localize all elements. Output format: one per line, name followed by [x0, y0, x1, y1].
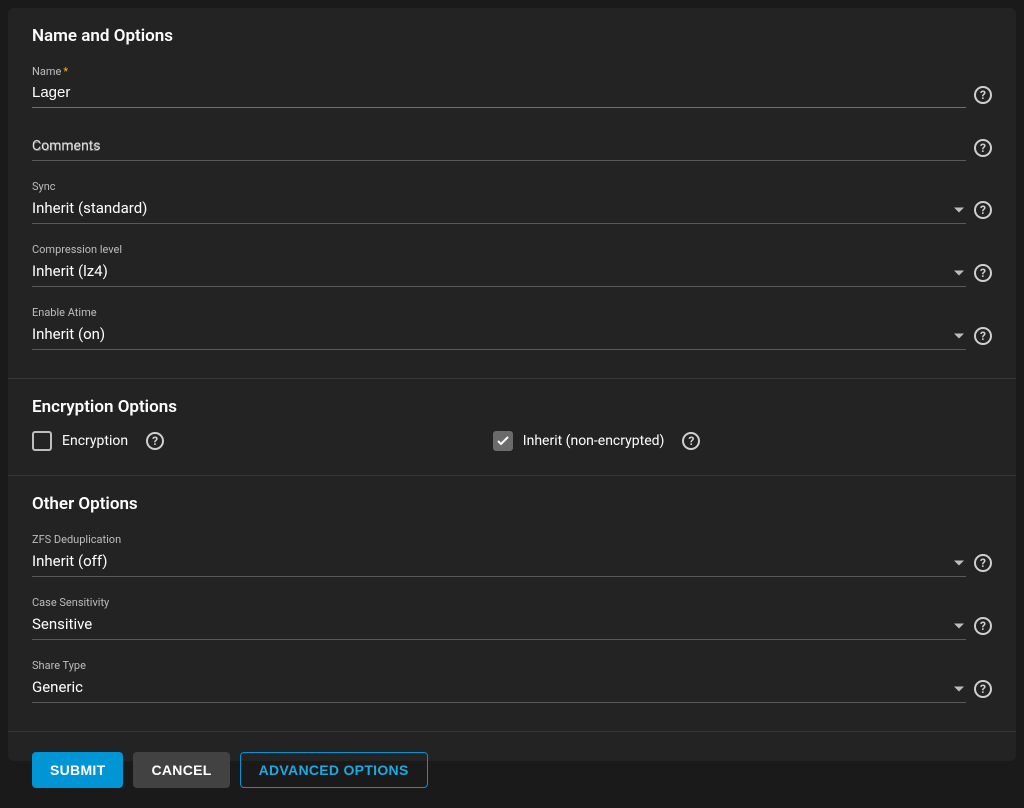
- help-icon[interactable]: ?: [974, 680, 992, 698]
- case-label: Case Sensitivity: [32, 596, 109, 609]
- inherit-checkbox-label: Inherit (non-encrypted): [523, 433, 665, 449]
- section-title-name-options: Name and Options: [32, 26, 992, 46]
- check-icon: [497, 436, 509, 446]
- encryption-checkbox[interactable]: [32, 431, 52, 451]
- atime-label: Enable Atime: [32, 306, 97, 319]
- help-icon[interactable]: ?: [974, 86, 992, 104]
- help-icon[interactable]: ?: [974, 327, 992, 345]
- comments-input[interactable]: [32, 134, 966, 161]
- name-label: Name*: [32, 65, 68, 78]
- section-name-options: Name and Options Name* ? ? Comments Sync…: [8, 8, 1016, 379]
- name-input[interactable]: [32, 80, 966, 108]
- atime-field-row: Enable Atime Inherit (on) ?: [32, 301, 992, 350]
- encryption-checkbox-label: Encryption: [62, 433, 128, 449]
- required-star: *: [63, 65, 68, 78]
- share-field-row: Share Type Generic ?: [32, 654, 992, 703]
- encryption-checkbox-item: Encryption ?: [32, 431, 493, 451]
- atime-select[interactable]: Inherit (on): [32, 321, 966, 350]
- section-other: Other Options ZFS Deduplication Inherit …: [8, 476, 1016, 732]
- sync-select[interactable]: Inherit (standard): [32, 195, 966, 224]
- help-icon[interactable]: ?: [682, 432, 700, 450]
- dedup-label: ZFS Deduplication: [32, 533, 121, 546]
- sync-field-row: Sync Inherit (standard) ?: [32, 175, 992, 224]
- section-encryption: Encryption Options Encryption ? Inherit …: [8, 379, 1016, 476]
- help-icon[interactable]: ?: [974, 617, 992, 635]
- case-field-row: Case Sensitivity Sensitive ?: [32, 591, 992, 640]
- help-icon[interactable]: ?: [974, 554, 992, 572]
- inherit-checkbox-item: Inherit (non-encrypted) ?: [493, 431, 992, 451]
- submit-button[interactable]: SUBMIT: [32, 752, 123, 788]
- help-icon[interactable]: ?: [974, 264, 992, 282]
- comments-field-row: ? Comments: [32, 134, 992, 161]
- compression-label: Compression level: [32, 243, 122, 256]
- sync-label: Sync: [32, 180, 56, 193]
- help-icon[interactable]: ?: [974, 201, 992, 219]
- name-field-row: Name* ?: [32, 60, 992, 108]
- advanced-options-button[interactable]: ADVANCED OPTIONS: [240, 752, 428, 788]
- case-select[interactable]: Sensitive: [32, 611, 966, 640]
- cancel-button[interactable]: CANCEL: [133, 752, 229, 788]
- form-actions: SUBMIT CANCEL ADVANCED OPTIONS: [8, 732, 1016, 808]
- share-select[interactable]: Generic: [32, 674, 966, 703]
- share-label: Share Type: [32, 659, 86, 672]
- inherit-checkbox[interactable]: [493, 431, 513, 451]
- help-icon[interactable]: ?: [974, 139, 992, 157]
- dedup-select[interactable]: Inherit (off): [32, 548, 966, 577]
- section-title-other: Other Options: [32, 494, 992, 514]
- help-icon[interactable]: ?: [146, 432, 164, 450]
- dataset-form-card: Name and Options Name* ? ? Comments Sync…: [8, 8, 1016, 761]
- compression-field-row: Compression level Inherit (lz4) ?: [32, 238, 992, 287]
- compression-select[interactable]: Inherit (lz4): [32, 258, 966, 287]
- section-title-encryption: Encryption Options: [32, 397, 992, 417]
- dedup-field-row: ZFS Deduplication Inherit (off) ?: [32, 528, 992, 577]
